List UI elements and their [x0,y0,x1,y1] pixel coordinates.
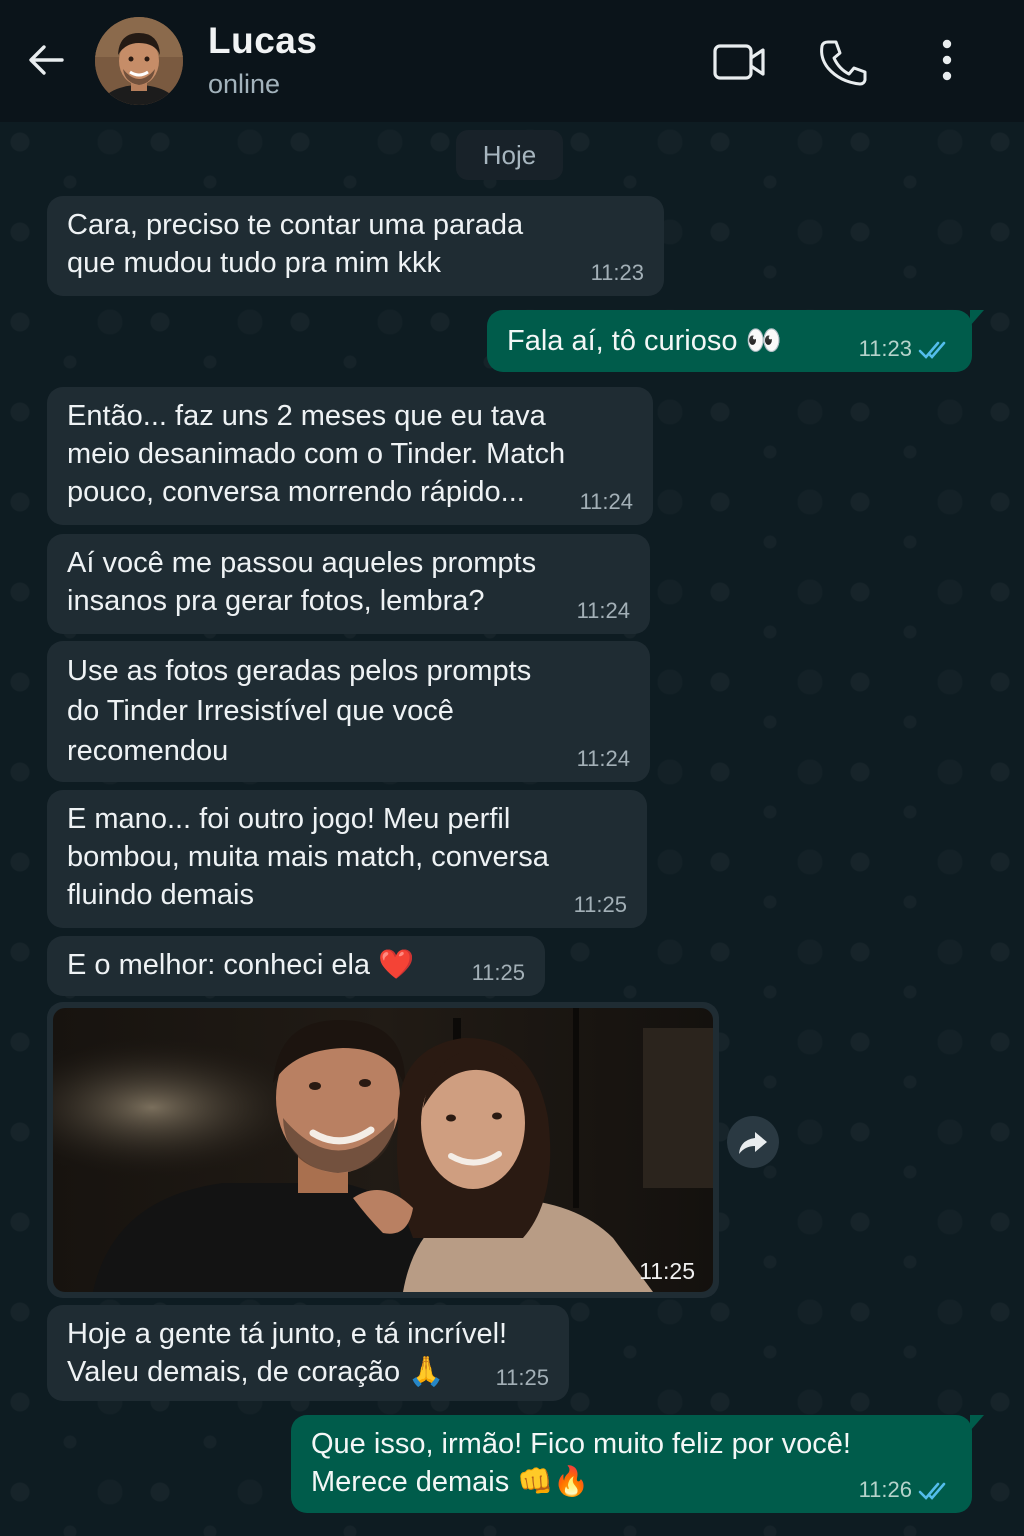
photo-message[interactable]: 11:25 [47,1002,719,1298]
message-line: recomendou [67,735,229,767]
message-line: E o melhor: conheci ela ❤️ [67,949,415,981]
date-chip: Hoje [456,130,563,180]
read-ticks-icon [918,1482,946,1500]
message-line: que mudou tudo pra mim kkk [67,247,441,279]
message-line: bombou, muita mais match, conversa [67,841,549,873]
photo-time: 11:25 [639,1258,695,1284]
back-arrow-icon[interactable] [22,36,70,84]
forward-button[interactable] [727,1116,779,1168]
message-time: 11:24 [576,746,630,771]
message-time: 11:25 [495,1365,549,1390]
message-line: do Tinder Irresistível que você [67,695,454,727]
voice-call-icon[interactable] [814,36,870,88]
message-time: 11:24 [576,598,630,623]
message-line: Valeu demais, de coração 🙏 [67,1356,445,1388]
incoming-message[interactable]: Use as fotos geradas pelos prompts do Ti… [47,641,650,782]
message-line: Que isso, irmão! Fico muito feliz por vo… [311,1428,851,1460]
message-line: Merece demais 👊🔥 [311,1466,590,1498]
incoming-message[interactable]: Hoje a gente tá junto, e tá incrível! Va… [47,1305,569,1401]
incoming-message[interactable]: E mano... foi outro jogo! Meu perfil bom… [47,790,647,928]
chat-header: Lucas online [0,0,1024,122]
incoming-message[interactable]: E o melhor: conheci ela ❤️ 11:25 [47,936,545,996]
message-time: 11:25 [573,892,627,917]
contact-status: online [208,69,281,99]
read-ticks-icon [918,341,946,359]
message-line: Cara, preciso te contar uma parada [67,209,524,241]
message-line: Use as fotos geradas pelos prompts [67,655,532,687]
video-call-icon[interactable] [711,36,767,88]
chat-area[interactable]: Hoje Cara, preciso te contar uma parada … [0,122,1024,1536]
outgoing-message[interactable]: Fala aí, tô curioso 👀 11:23 [487,310,984,372]
message-line: Então... faz uns 2 meses que eu tava [67,400,546,432]
incoming-message[interactable]: Cara, preciso te contar uma parada que m… [47,196,664,296]
message-line: E mano... foi outro jogo! Meu perfil [67,803,511,835]
forward-icon [739,1132,767,1154]
more-options-icon[interactable] [919,36,975,88]
message-time: 11:26 [858,1477,912,1502]
message-time: 11:24 [579,489,633,514]
message-time: 11:25 [471,960,525,985]
contact-name[interactable]: Lucas [208,20,317,62]
message-time: 11:23 [858,336,912,361]
message-line: meio desanimado com o Tinder. Match [67,438,566,470]
outgoing-message[interactable]: Que isso, irmão! Fico muito feliz por vo… [291,1415,984,1513]
message-time: 11:23 [590,260,644,285]
message-line: Hoje a gente tá junto, e tá incrível! [67,1318,508,1350]
bubble-tail [970,1415,984,1431]
contact-avatar[interactable] [95,17,183,105]
message-line: fluindo demais [67,879,254,911]
message-line: pouco, conversa morrendo rápido... [67,476,525,508]
couple-photo[interactable]: 11:25 [53,1008,713,1292]
bubble-tail [970,310,984,326]
incoming-message[interactable]: Aí você me passou aqueles prompts insano… [47,534,650,634]
incoming-message[interactable]: Então... faz uns 2 meses que eu tava mei… [47,387,653,525]
message-line: Aí você me passou aqueles prompts [67,547,537,579]
message-line: insanos pra gerar fotos, lembra? [67,585,485,617]
